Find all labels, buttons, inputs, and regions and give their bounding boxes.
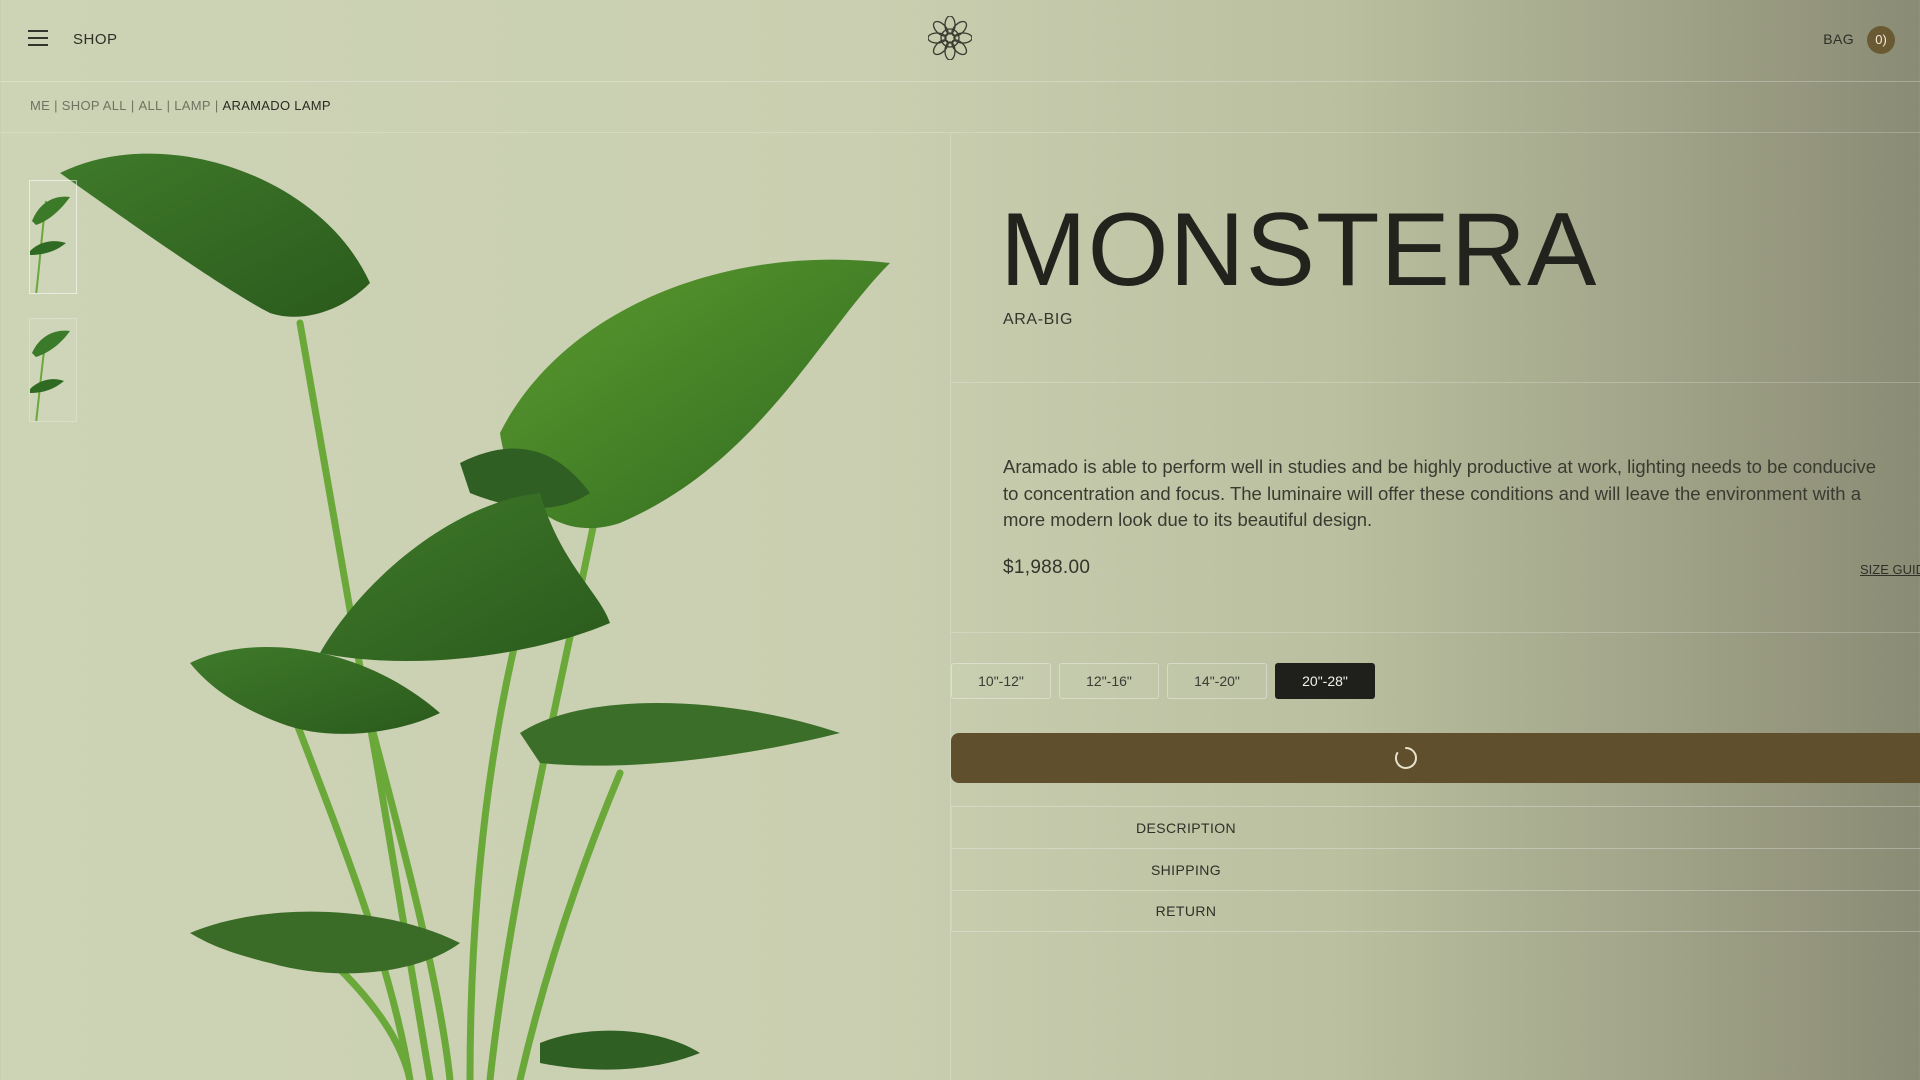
- bag-count-badge[interactable]: 0): [1867, 26, 1895, 54]
- product-sku: ARA-BIG: [1003, 311, 1073, 328]
- product-price: $1,988.00: [1003, 557, 1091, 578]
- size-selector: 10"-12" 12"-16" 14"-20" 20"-28": [951, 663, 1375, 699]
- breadcrumb-item-lamp[interactable]: LAMP: [174, 98, 211, 113]
- accordion-shipping[interactable]: SHIPPING: [951, 848, 1920, 890]
- hamburger-menu-icon[interactable]: [28, 30, 48, 46]
- breadcrumb-current: ARAMADO LAMP: [222, 98, 331, 113]
- thumbnail-list: [29, 180, 77, 446]
- size-option[interactable]: 14"-20": [1167, 663, 1267, 699]
- accordion-label: RETURN: [1155, 903, 1217, 919]
- shop-link[interactable]: SHOP: [73, 31, 118, 48]
- bag-link[interactable]: BAG: [1823, 31, 1854, 47]
- column-divider: [950, 133, 951, 1080]
- breadcrumb-item-shop-all[interactable]: SHOP ALL: [62, 98, 127, 113]
- breadcrumb-separator: |: [166, 98, 171, 113]
- plant-thumbnail-1[interactable]: [29, 180, 77, 294]
- add-to-bag-button[interactable]: [951, 733, 1920, 783]
- section-divider: [951, 382, 1920, 383]
- breadcrumb-item-all[interactable]: ALL: [139, 98, 163, 113]
- breadcrumb-separator: |: [54, 98, 58, 113]
- product-image[interactable]: [0, 133, 950, 1080]
- breadcrumb-item-home[interactable]: ME: [30, 98, 50, 113]
- size-option-selected[interactable]: 20"-28": [1275, 663, 1375, 699]
- product-accordion: DESCRIPTION SHIPPING RETURN: [951, 806, 1920, 932]
- loading-spinner-icon: [1394, 747, 1417, 769]
- flower-mandala-logo-icon[interactable]: [927, 15, 973, 61]
- accordion-label: DESCRIPTION: [1135, 819, 1237, 836]
- breadcrumb-separator: |: [214, 98, 219, 113]
- product-title: MONSTERA: [1000, 192, 1598, 308]
- product-description: Aramado is able to perform well in studi…: [1003, 456, 1877, 530]
- size-guide-link[interactable]: SIZE GUIDE: [1860, 562, 1920, 577]
- breadcrumb-separator: |: [130, 98, 135, 113]
- breadcrumb: ME | SHOP ALL | ALL | LAMP | ARAMADO LAM…: [30, 98, 331, 113]
- section-divider: [951, 632, 1920, 633]
- size-option[interactable]: 10"-12": [951, 663, 1051, 699]
- accordion-description[interactable]: DESCRIPTION: [951, 806, 1920, 848]
- site-header: SHOP BAG 0): [0, 0, 1920, 82]
- plant-thumbnail-2[interactable]: [29, 318, 77, 422]
- accordion-label: SHIPPING: [1150, 861, 1222, 878]
- accordion-return[interactable]: RETURN: [951, 890, 1920, 932]
- size-option[interactable]: 12"-16": [1059, 663, 1159, 699]
